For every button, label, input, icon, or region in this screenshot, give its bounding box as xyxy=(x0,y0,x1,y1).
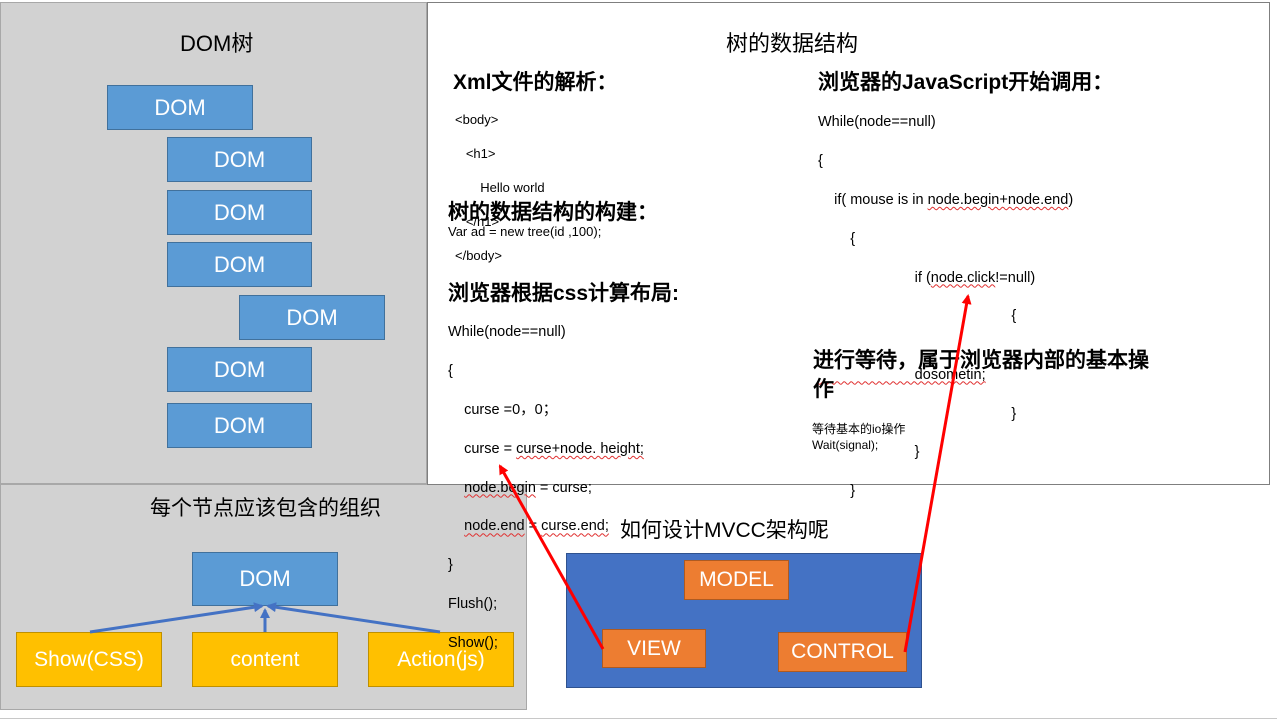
dom-node-child: DOM xyxy=(167,137,312,182)
code-text: ) xyxy=(1068,192,1074,209)
tree-build-code: Var ad = new tree(id ,100); xyxy=(448,224,602,239)
code-line: node.begin = curse; xyxy=(448,479,644,498)
tree-build-heading: 树的数据结构的构建： xyxy=(448,201,658,224)
code-text: curse.end; xyxy=(541,518,609,535)
mvc-model-box: MODEL xyxy=(684,560,789,600)
code-line: While(node==null) xyxy=(448,324,566,341)
js-call-heading: 浏览器的JavaScript开始调用： xyxy=(818,71,1114,94)
code-line: { xyxy=(448,363,453,380)
code-line: Hello world xyxy=(455,180,545,195)
mvc-view-box: VIEW xyxy=(602,629,706,668)
code-line: { xyxy=(818,230,856,247)
code-line: if (node.click!=null) xyxy=(818,269,1073,288)
code-line: if( mouse is in node.begin+node.end) xyxy=(818,191,1073,210)
node-root-dom: DOM xyxy=(192,552,338,606)
code-line: <body> xyxy=(455,112,499,127)
bottom-divider xyxy=(0,718,1277,719)
mvc-title: 如何设计MVCC架构呢 xyxy=(620,519,829,542)
code-line: } xyxy=(818,483,856,500)
code-line: curse =0，0； xyxy=(448,402,558,419)
code-text: = xyxy=(524,518,542,535)
code-line: { xyxy=(818,153,823,170)
code-text: node.end xyxy=(464,518,525,535)
dom-node-child: DOM xyxy=(167,242,312,287)
code-text: curse = xyxy=(448,440,517,457)
code-text: node.begin+node.end xyxy=(927,192,1069,209)
code-line: curse = curse+node. height; xyxy=(448,440,644,459)
code-line: </body> xyxy=(455,248,502,263)
code-text: !=null) xyxy=(995,269,1036,286)
code-text: if ( xyxy=(818,269,931,286)
node-child-content: content xyxy=(192,632,338,687)
code-text: curse+node. height; xyxy=(516,440,644,457)
dom-node-child: DOM xyxy=(167,190,312,235)
css-layout-heading: 浏览器根据css计算布局: xyxy=(448,282,680,305)
code-line: } xyxy=(818,521,823,538)
wait-heading: 进行等待，属于浏览器内部的基本操作 xyxy=(813,349,1149,401)
code-line: { xyxy=(818,308,1017,325)
dom-node-grandchild: DOM xyxy=(239,295,385,340)
code-line: <h1> xyxy=(455,146,496,161)
code-text: node.begin xyxy=(464,479,536,496)
code-text: if( mouse is in xyxy=(818,192,928,209)
wait-note-io: 等待基本的io操作 xyxy=(812,422,906,436)
code-text: node.click xyxy=(930,269,996,286)
xml-parse-heading: Xml文件的解析： xyxy=(453,71,618,94)
code-line: node.end = curse.end; xyxy=(448,517,644,536)
code-text: = curse; xyxy=(535,479,592,496)
data-structure-title: 树的数据结构 xyxy=(726,31,859,56)
code-line: While(node==null) xyxy=(818,114,936,131)
wait-note-signal: Wait(signal); xyxy=(812,438,879,452)
dom-tree-title: DOM树 xyxy=(180,31,254,56)
dom-node-root: DOM xyxy=(107,85,253,130)
node-structure-title: 每个节点应该包含的组织 xyxy=(150,497,381,520)
mvc-control-box: CONTROL xyxy=(778,632,907,672)
node-child-show-css: Show(CSS) xyxy=(16,632,162,687)
dom-node-child: DOM xyxy=(167,403,312,448)
dom-node-child: DOM xyxy=(167,347,312,392)
js-call-code: While(node==null) { if( mouse is in node… xyxy=(818,94,1073,560)
xml-code-block: <body> <h1> Hello world </h1> </body> xyxy=(455,94,545,281)
